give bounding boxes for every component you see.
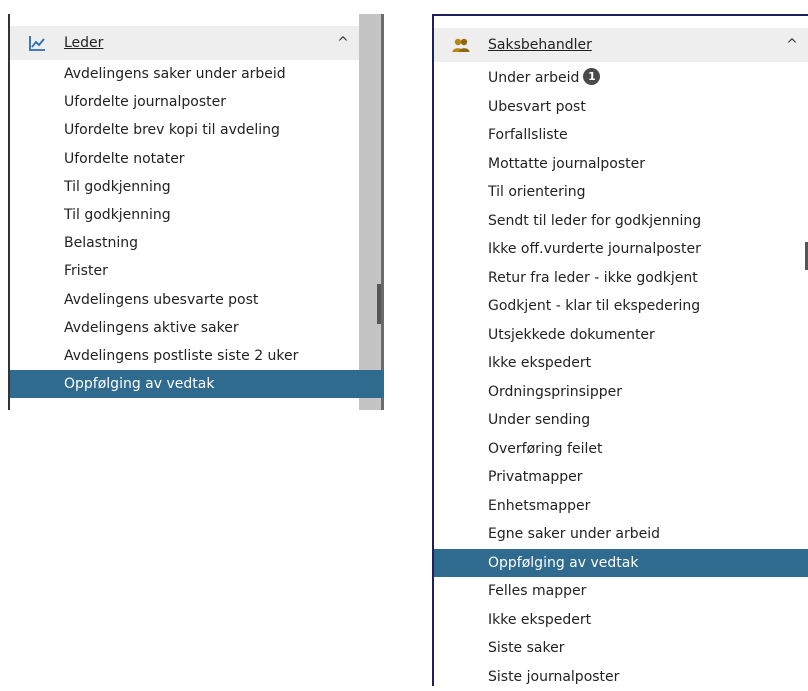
menu-item[interactable]: Ufordelte brev kopi til avdeling xyxy=(10,116,381,144)
menu-item[interactable]: Siste saker xyxy=(434,634,808,663)
menu-item[interactable]: Enhetsmapper xyxy=(434,492,808,521)
menu-item-label: Felles mapper xyxy=(488,583,586,599)
saksbehandler-header[interactable]: Saksbehandler ^ xyxy=(434,28,808,62)
leder-header[interactable]: Leder ^ xyxy=(10,26,359,60)
menu-item-label: Godkjent - klar til ekspedering xyxy=(488,298,700,314)
menu-item[interactable]: Godkjent - klar til ekspedering xyxy=(434,292,808,321)
menu-item[interactable]: Frister xyxy=(10,257,381,285)
saksbehandler-menu-list: Under arbeid1 Ubesvart post Forfallsliste M… xyxy=(434,64,808,691)
menu-item[interactable]: Ikke off.vurderte journalposter xyxy=(434,235,808,264)
menu-item-label: Frister xyxy=(64,263,108,279)
menu-item[interactable]: Utsjekkede dokumenter xyxy=(434,321,808,350)
menu-item[interactable]: Ikke ekspedert xyxy=(434,349,808,378)
menu-item[interactable]: Avdelingens aktive saker xyxy=(10,314,381,342)
menu-item-label: Under sending xyxy=(488,412,590,428)
menu-item-label: Oppfølging av vedtak xyxy=(64,376,214,392)
menu-item-label: Ordningsprinsipper xyxy=(488,384,622,400)
menu-item-label: Avdelingens aktive saker xyxy=(64,320,239,336)
menu-item[interactable]: Overføring feilet xyxy=(434,435,808,464)
menu-item-label: Ufordelte brev kopi til avdeling xyxy=(64,122,280,138)
menu-item[interactable]: Til orientering xyxy=(434,178,808,207)
menu-item[interactable]: Sendt til leder for godkjenning xyxy=(434,207,808,236)
menu-item-label: Siste saker xyxy=(488,640,564,656)
count-badge: 1 xyxy=(583,68,600,85)
menu-item[interactable]: Mottatte journalposter xyxy=(434,150,808,179)
menu-item-label: Sendt til leder for godkjenning xyxy=(488,213,701,229)
menu-item-label: Enhetsmapper xyxy=(488,498,590,514)
menu-item-label: Retur fra leder - ikke godkjent xyxy=(488,270,698,286)
leder-menu-list: Avdelingens saker under arbeid Ufordelte … xyxy=(10,60,381,398)
menu-item-label: Siste journalposter xyxy=(488,669,619,685)
menu-item[interactable]: Egne saker under arbeid xyxy=(434,520,808,549)
menu-item[interactable]: Privatmapper xyxy=(434,463,808,492)
menu-item[interactable]: Oppfølging av vedtak xyxy=(434,549,808,578)
menu-item[interactable]: Forfallsliste xyxy=(434,121,808,150)
menu-item[interactable]: Siste journalposter xyxy=(434,663,808,691)
menu-item[interactable]: Felles mapper xyxy=(434,577,808,606)
menu-item-label: Til orientering xyxy=(488,184,586,200)
chevron-up-icon[interactable]: ^ xyxy=(329,35,357,51)
menu-item-label: Forfallsliste xyxy=(488,127,568,143)
saksbehandler-panel: Saksbehandler ^ Under arbeid1 Ubesvart po… xyxy=(432,14,808,686)
menu-item-label: Mottatte journalposter xyxy=(488,156,645,172)
leder-panel: Leder ^ Avdelingens saker under arbeid Uf… xyxy=(8,14,384,410)
menu-item-label: Ikke ekspedert xyxy=(488,612,591,628)
users-icon xyxy=(452,36,470,54)
menu-item-label: Ikke ekspedert xyxy=(488,355,591,371)
line-chart-icon xyxy=(28,34,46,52)
menu-item-label: Overføring feilet xyxy=(488,441,602,457)
menu-item[interactable]: Avdelingens ubesvarte post xyxy=(10,286,381,314)
menu-item-label: Oppfølging av vedtak xyxy=(488,555,638,571)
menu-item-label: Ubesvart post xyxy=(488,99,586,115)
menu-item[interactable]: Belastning xyxy=(10,229,381,257)
menu-item-label: Under arbeid xyxy=(488,70,579,86)
menu-item-label: Privatmapper xyxy=(488,469,583,485)
menu-item[interactable]: Til godkjenning xyxy=(10,173,381,201)
menu-item[interactable]: Ikke ekspedert xyxy=(434,606,808,635)
menu-item[interactable]: Avdelingens postliste siste 2 uker xyxy=(10,342,381,370)
menu-item-label: Avdelingens saker under arbeid xyxy=(64,66,286,82)
menu-item-label: Belastning xyxy=(64,235,138,251)
menu-item-label: Til godkjenning xyxy=(64,179,171,195)
menu-item-label: Avdelingens postliste siste 2 uker xyxy=(64,348,298,364)
menu-item[interactable]: Oppfølging av vedtak xyxy=(10,370,384,398)
saksbehandler-title[interactable]: Saksbehandler xyxy=(488,37,778,53)
menu-item-label: Utsjekkede dokumenter xyxy=(488,327,655,343)
chevron-up-icon[interactable]: ^ xyxy=(778,37,806,53)
menu-item-label: Til godkjenning xyxy=(64,207,171,223)
menu-item-label: Ufordelte notater xyxy=(64,151,185,167)
leder-title[interactable]: Leder xyxy=(64,35,329,51)
menu-item-label: Ikke off.vurderte journalposter xyxy=(488,241,701,257)
menu-item[interactable]: Avdelingens saker under arbeid xyxy=(10,60,381,88)
menu-item[interactable]: Retur fra leder - ikke godkjent xyxy=(434,264,808,293)
menu-item[interactable]: Til godkjenning xyxy=(10,201,381,229)
menu-item[interactable]: Ubesvart post xyxy=(434,93,808,122)
menu-item[interactable]: Under sending xyxy=(434,406,808,435)
menu-item[interactable]: Ufordelte journalposter xyxy=(10,88,381,116)
menu-item[interactable]: Ufordelte notater xyxy=(10,145,381,173)
menu-item[interactable]: Ordningsprinsipper xyxy=(434,378,808,407)
menu-item[interactable]: Under arbeid1 xyxy=(434,64,808,93)
menu-item-label: Ufordelte journalposter xyxy=(64,94,226,110)
menu-item-label: Avdelingens ubesvarte post xyxy=(64,292,258,308)
menu-item-label: Egne saker under arbeid xyxy=(488,526,660,542)
